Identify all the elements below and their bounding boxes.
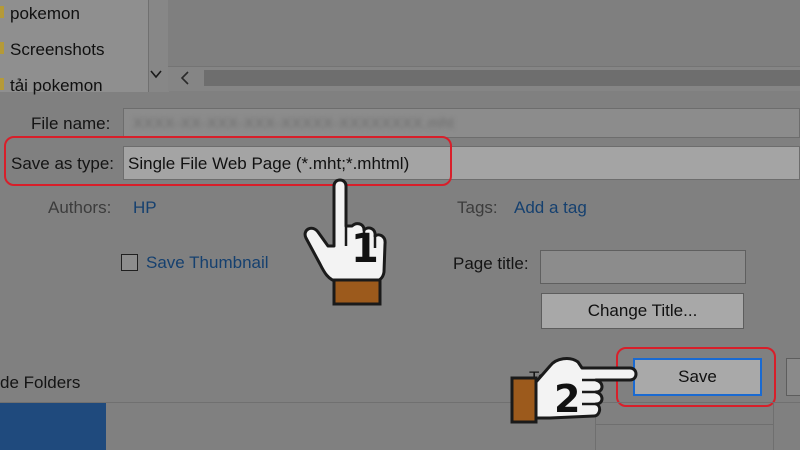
folder-tree-item-label: pokemon — [10, 4, 80, 23]
divider — [773, 403, 774, 450]
page-title-label: Page title: — [453, 254, 529, 273]
chevron-left-icon[interactable] — [180, 71, 190, 87]
file-list-area — [168, 0, 800, 66]
folder-tree-item[interactable]: pokemon — [10, 2, 80, 26]
scrollbar-thumb[interactable] — [204, 70, 800, 86]
hand-pointing-right-icon: 2 — [510, 348, 640, 424]
add-tag-link[interactable]: Add a tag — [514, 198, 587, 218]
tags-label: Tags: — [457, 198, 498, 217]
taskbar-strip — [0, 403, 106, 450]
authors-value[interactable]: HP — [133, 198, 157, 218]
step-number-1: 1 — [351, 226, 379, 272]
folder-tree-item-label: Screenshots — [10, 40, 105, 59]
chevron-down-icon[interactable] — [150, 68, 162, 82]
hand-pointer-icon: 1 — [298, 176, 388, 306]
folder-icon — [0, 6, 4, 18]
file-name-value: XXXX-XX-XXX-XXX-XXXXX-XXXXXXXX.mht — [133, 115, 455, 132]
save-thumbnail-label[interactable]: Save Thumbnail — [146, 253, 269, 273]
file-name-label: File name: — [31, 114, 111, 133]
save-button[interactable]: Save — [633, 358, 762, 396]
cancel-button[interactable] — [786, 358, 800, 396]
hide-folders-button[interactable]: de Folders — [0, 373, 80, 393]
save-thumbnail-checkbox[interactable] — [121, 254, 138, 271]
page-title-input[interactable] — [540, 250, 746, 284]
folder-icon — [0, 42, 4, 54]
folder-tree-item-label: tải pokemon — [10, 76, 103, 95]
folder-icon — [0, 78, 4, 90]
step-number-2: 2 — [554, 377, 580, 421]
change-title-button[interactable]: Change Title... — [541, 293, 744, 329]
folder-tree-item[interactable]: Screenshots — [10, 38, 105, 62]
folder-tree-item[interactable]: tải pokemon — [10, 74, 103, 98]
authors-label: Authors: — [48, 198, 112, 217]
divider — [0, 402, 800, 403]
divider — [596, 424, 774, 425]
